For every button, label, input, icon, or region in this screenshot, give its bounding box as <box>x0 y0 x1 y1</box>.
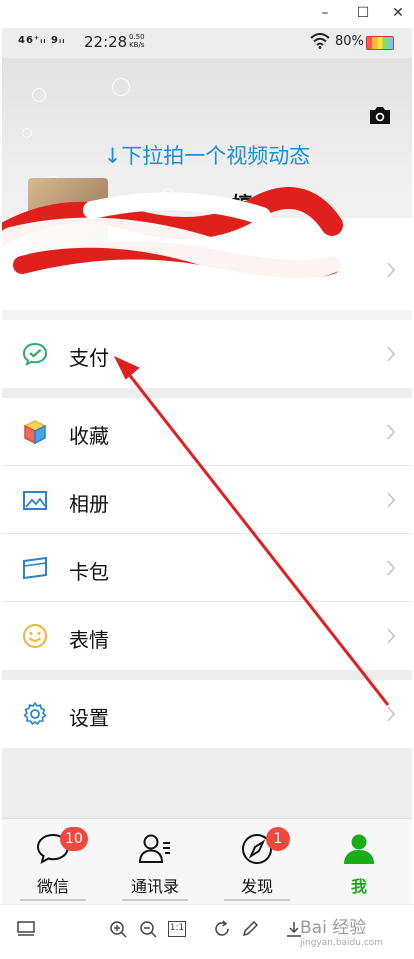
settings-gear-icon <box>23 702 47 725</box>
zoom-out-icon[interactable] <box>138 919 158 939</box>
battery-percent: 80% <box>335 34 364 49</box>
me-person-icon <box>344 834 374 864</box>
card-wallet-icon <box>23 556 47 580</box>
menu-item-label: 支付 <box>69 346 109 370</box>
menu-item-favorites[interactable]: 收藏 <box>2 398 412 466</box>
tab-contacts[interactable]: 通讯录 <box>104 819 206 904</box>
minimize-button[interactable]: – <box>312 2 338 24</box>
menu-item-card-wallet[interactable]: 卡包 <box>2 534 412 602</box>
watermark: Bai 经验 jingyan.baidu.com <box>300 913 383 948</box>
favorites-cube-icon <box>23 420 47 445</box>
menu-item-label: 设置 <box>69 706 109 730</box>
tab-label: 发现 <box>240 877 273 896</box>
zoom-in-icon[interactable] <box>108 919 128 939</box>
tab-discover[interactable]: 1 发现 <box>206 819 308 904</box>
menu-item-label: 卡包 <box>69 560 109 584</box>
maximize-button[interactable]: ☐ <box>350 2 376 24</box>
viewer-toolbar: 1:1 Bai 经验 jingyan.baidu.com <box>0 904 414 959</box>
status-bar: 46⁺ᵢₗ 9ᵢₗ 22:28 0.50 KB/s 80% <box>2 28 412 58</box>
signal-indicator: 46⁺ᵢₗ 9ᵢₗ <box>18 35 66 46</box>
edit-icon[interactable] <box>240 919 260 939</box>
close-button[interactable]: ✕ <box>385 2 411 24</box>
tab-underline <box>122 899 188 901</box>
camera-icon[interactable] <box>368 104 392 126</box>
watermark-text: Bai 经验 <box>300 918 367 938</box>
chevron-right-icon <box>387 424 396 440</box>
phone-screen: 46⁺ᵢₗ 9ᵢₗ 22:28 0.50 KB/s 80% ↓下拉拍一个视频动态… <box>2 28 412 904</box>
unread-badge: 1 <box>266 827 290 851</box>
tab-underline <box>224 899 290 901</box>
pull-down-hint: ↓下拉拍一个视频动态 <box>103 144 311 168</box>
menu-item-label: 收藏 <box>69 424 109 448</box>
menu-item-label: 表情 <box>69 628 109 652</box>
redaction-scribble <box>2 187 357 281</box>
chevron-right-icon <box>387 560 396 576</box>
tab-underline <box>20 899 86 901</box>
layout-icon[interactable] <box>16 919 36 939</box>
battery-icon <box>366 36 394 50</box>
wifi-icon <box>310 33 330 49</box>
tab-label: 微信 <box>36 877 69 896</box>
menu-group-main: 收藏 相册 卡包 表情 <box>2 398 412 670</box>
watermark-subtext: jingyan.baidu.com <box>300 938 384 948</box>
menu-item-emoji[interactable]: 表情 <box>2 602 412 670</box>
contacts-icon <box>138 834 170 863</box>
album-icon <box>23 491 47 510</box>
menu-item-label: 相册 <box>69 492 109 516</box>
wechat-pay-icon <box>22 342 48 366</box>
tab-me[interactable]: 我 <box>308 819 410 904</box>
bottom-tab-bar: 10 微信 通讯录 1 发现 我 <box>2 818 412 904</box>
menu-item-pay[interactable]: 支付 <box>2 320 412 388</box>
menu-group-settings: 设置 <box>2 680 412 748</box>
menu-group-pay: 支付 <box>2 320 412 388</box>
screenshot-viewer-window: – ☐ ✕ 46⁺ᵢₗ 9ᵢₗ 22:28 0.50 KB/s 80% ↓下拉拍… <box>0 0 414 959</box>
tab-label: 我 <box>350 877 367 896</box>
decor-bubble <box>32 88 46 102</box>
rotate-icon[interactable] <box>212 919 232 939</box>
decor-bubble <box>22 128 32 138</box>
menu-item-album[interactable]: 相册 <box>2 466 412 534</box>
chevron-right-icon <box>387 346 396 362</box>
network-speed-unit: KB/s <box>129 41 145 49</box>
chevron-right-icon <box>387 628 396 644</box>
tab-chats[interactable]: 10 微信 <box>2 819 104 904</box>
tab-label: 通讯录 <box>130 877 179 896</box>
chevron-right-icon <box>387 492 396 508</box>
clock: 22:28 <box>84 33 128 51</box>
decor-bubble <box>112 78 130 96</box>
menu-item-settings[interactable]: 设置 <box>2 680 412 748</box>
network-speed: 0.50 KB/s <box>129 33 145 49</box>
actual-size-icon[interactable]: 1:1 <box>168 921 186 937</box>
window-titlebar: – ☐ ✕ <box>0 0 414 28</box>
unread-badge: 10 <box>60 827 88 851</box>
emoji-icon <box>23 624 47 648</box>
network-speed-value: 0.50 <box>129 33 145 41</box>
chevron-right-icon <box>387 706 396 722</box>
